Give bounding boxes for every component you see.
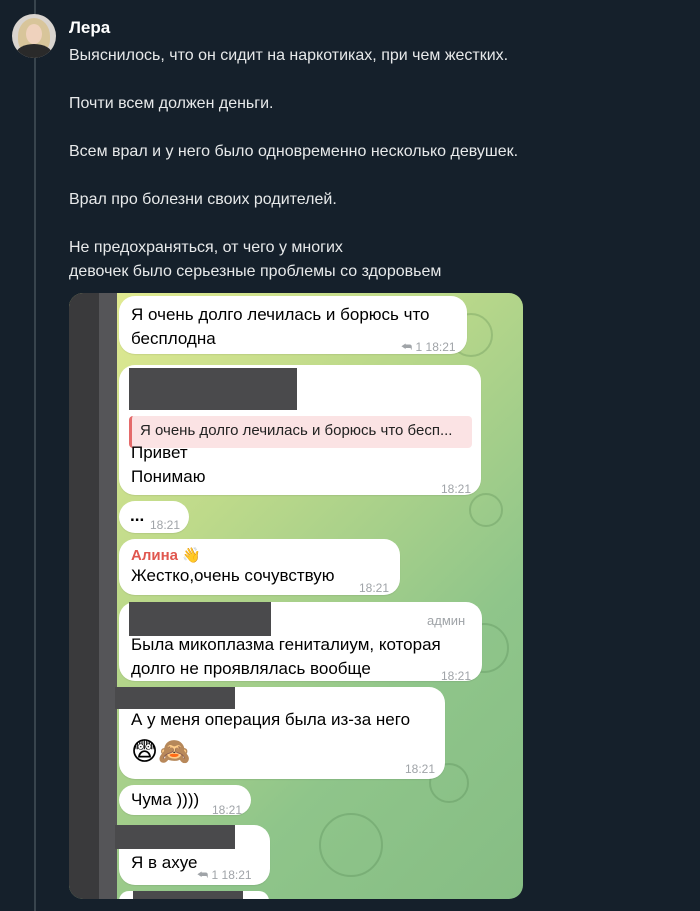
message-text: бесплодна bbox=[131, 329, 216, 348]
paragraph: Врал про болезни своих родителей. bbox=[69, 191, 337, 208]
message-text: Привет bbox=[131, 443, 188, 462]
redacted-name bbox=[129, 368, 297, 410]
redacted-name bbox=[133, 891, 243, 899]
redacted-name bbox=[115, 687, 235, 709]
paragraph: Не предохраняться, от чего у многих девоч… bbox=[69, 239, 442, 280]
redacted-name bbox=[115, 825, 235, 849]
chat-screenshot[interactable]: Я очень долго лечилась и борюсь что бесп… bbox=[69, 293, 523, 899]
message-bubble[interactable]: Чума )))) 18:21 bbox=[119, 785, 251, 817]
message-text: Я очень долго лечилась и борюсь что bbox=[131, 305, 430, 324]
message-text: А у меня операция была из-за него bbox=[131, 710, 411, 729]
message-text: Была микоплазма гениталиум, которая bbox=[131, 635, 441, 654]
avatar[interactable] bbox=[12, 14, 56, 58]
post-text: Выяснилось, что он сидит на наркотиках, … bbox=[69, 44, 669, 284]
reply-indicator: ⮪ 1 18:21 bbox=[197, 868, 252, 882]
waving-hand-icon: 👋 bbox=[182, 547, 201, 564]
message-bubble[interactable]: Алина 👋 Жестко,очень сочувствую 18:21 bbox=[119, 539, 400, 595]
thread-line bbox=[34, 0, 36, 911]
redacted-name bbox=[129, 602, 271, 636]
message-bubble[interactable]: Я в ахуе ⮪ 1 18:21 bbox=[115, 825, 270, 885]
paragraph: Почти всем должен деньги. bbox=[69, 95, 274, 112]
reply-icon: ⮪ bbox=[197, 868, 209, 882]
reply-indicator: ⮪ 1 18:21 bbox=[401, 340, 456, 354]
message-text: Чума )))) bbox=[131, 790, 200, 809]
message-text: Жестко,очень сочувствую bbox=[131, 566, 335, 585]
message-time: 18:21 bbox=[441, 482, 472, 496]
message-bubble[interactable]: Я очень долго лечилась и борюсь что бесп… bbox=[119, 296, 467, 354]
message-bubble[interactable]: ... 18:21 bbox=[119, 501, 189, 533]
message-text: Понимаю bbox=[131, 467, 206, 486]
message-text: Я в ахуе bbox=[131, 853, 198, 872]
message-bubble[interactable] bbox=[119, 891, 269, 899]
emoji-row: 😨🙈 bbox=[131, 736, 191, 766]
message-bubble[interactable]: А у меня операция была из-за него 😨🙈 18:… bbox=[115, 687, 445, 779]
admin-badge: админ bbox=[427, 613, 466, 628]
author-name[interactable]: Лера bbox=[69, 18, 110, 38]
message-bubble[interactable]: Я очень долго лечилась и борюсь что бесп… bbox=[119, 365, 481, 496]
message-time: 18:21 bbox=[405, 762, 436, 776]
message-time: 18:21 bbox=[150, 518, 181, 532]
message-time: 18:21 bbox=[359, 581, 390, 595]
message-time: 18:21 bbox=[212, 803, 243, 817]
paragraph: Выяснилось, что он сидит на наркотиках, … bbox=[69, 47, 509, 64]
message-text: долго не проявлялась вообще bbox=[131, 659, 371, 678]
message-time: 18:21 bbox=[441, 669, 472, 683]
message-bubble[interactable]: админ Была микоплазма гениталиум, котора… bbox=[119, 602, 482, 683]
message-text: ... bbox=[130, 506, 145, 525]
reply-icon: ⮪ bbox=[401, 340, 413, 354]
paragraph: Всем врал и у него было одновременно нес… bbox=[69, 143, 519, 160]
